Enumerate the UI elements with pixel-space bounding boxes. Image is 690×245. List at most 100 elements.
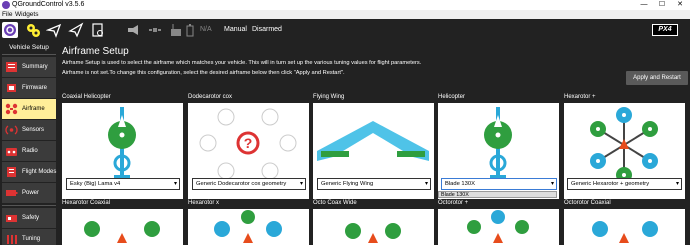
sidebar-item-safety[interactable]: Safety	[2, 208, 56, 228]
airframe-card-title: Hexarotor x	[188, 200, 220, 206]
analyze-button[interactable]	[90, 22, 106, 38]
svg-text:?: ?	[244, 135, 253, 151]
airframe-select-helicopter[interactable]: Blade 130X ▾	[441, 178, 557, 190]
airframe-card-octorotor-coaxial[interactable]	[564, 209, 685, 245]
sidebar-item-summary[interactable]: Summary	[2, 57, 56, 77]
vehicle-setup-button[interactable]	[25, 22, 41, 38]
airframe-card-hexarotor-coaxial[interactable]	[62, 209, 183, 245]
chevron-down-icon: ▾	[173, 181, 177, 187]
rc-status[interactable]	[168, 22, 184, 38]
airframe-card-title: Octorotor +	[438, 200, 469, 206]
airframe-select-coaxial-helicopter[interactable]: Esky (Big) Lama v4 ▾	[66, 178, 180, 190]
plan-icon	[45, 23, 62, 38]
app-logo-icon	[2, 1, 10, 9]
airframe-icon	[5, 103, 18, 115]
combo-value: Generic Dodecarotor cox geometry	[196, 181, 287, 187]
airframe-card-title: Helicopter	[438, 94, 466, 100]
vehicle-setup-sidebar: Vehicle Setup Summary Firmware Airframe …	[0, 41, 58, 245]
close-button[interactable]: ✕	[674, 0, 686, 10]
page-status-note: Airframe is not set.To change this confi…	[62, 70, 345, 76]
send-icon	[68, 22, 84, 38]
sidebar-divider	[2, 205, 56, 206]
chevron-down-icon: ▾	[550, 181, 554, 187]
minimize-button[interactable]: —	[638, 0, 650, 10]
combo-popup-option[interactable]: Blade 130X	[438, 191, 557, 198]
title-bar: QGroundControl v3.5.6 — ☐ ✕	[0, 0, 690, 10]
tuning-icon	[7, 235, 17, 244]
flight-modes-icon	[7, 167, 16, 177]
combo-value: Blade 130X	[445, 181, 475, 187]
document-icon	[92, 23, 103, 37]
fly-view-button[interactable]	[68, 22, 84, 38]
sidebar-item-label: Power	[22, 190, 40, 196]
menu-file[interactable]: File	[2, 11, 12, 18]
megaphone-icon	[128, 25, 138, 35]
octorotor-coaxial-icon	[592, 221, 658, 243]
arm-state[interactable]: Disarmed	[252, 26, 282, 33]
airframe-card-octo-coax-wide[interactable]	[313, 209, 434, 245]
plan-view-button[interactable]	[45, 22, 62, 38]
airframe-select-hexarotor-plus[interactable]: Generic Hexarotor + geometry ▾	[567, 178, 682, 190]
sidebar-item-label: Tuning	[22, 236, 41, 242]
octorotor-plus-icon	[467, 210, 529, 243]
sidebar-item-power[interactable]: Power	[2, 183, 56, 203]
sidebar-item-label: Safety	[22, 215, 40, 221]
firmware-icon	[7, 84, 16, 92]
qgc-settings-button[interactable]	[2, 22, 18, 38]
battery-icon	[186, 24, 194, 37]
sidebar-item-label: Airframe	[22, 106, 45, 112]
megaphone-status[interactable]	[125, 22, 141, 38]
airframe-card-title: Coaxial Helicopter	[62, 94, 111, 100]
sidebar-divider	[2, 54, 56, 55]
airframe-card-hexarotor-x[interactable]	[188, 209, 309, 245]
flight-mode-selector[interactable]: Manual	[224, 26, 247, 33]
sidebar-item-tuning[interactable]: Tuning	[2, 229, 56, 245]
sidebar-item-radio[interactable]: Radio	[2, 141, 56, 161]
chevron-down-icon: ▾	[424, 181, 428, 187]
radio-icon	[6, 148, 17, 156]
airframe-card-title: Octorotor Coaxial	[564, 200, 611, 206]
airframe-card-octorotor-plus[interactable]	[438, 209, 559, 245]
chevron-down-icon: ▾	[675, 181, 679, 187]
hexarotor-x-icon	[214, 210, 282, 243]
airframe-select-flying-wing[interactable]: Generic Flying Wing ▾	[317, 178, 431, 190]
sensors-icon	[5, 125, 18, 135]
combo-value: Esky (Big) Lama v4	[70, 181, 121, 187]
qgc-logo-icon	[4, 24, 16, 36]
sidebar-item-sensors[interactable]: Sensors	[2, 120, 56, 140]
maximize-button[interactable]: ☐	[656, 0, 668, 10]
menu-widgets[interactable]: Widgets	[15, 11, 38, 18]
sidebar-item-label: Sensors	[22, 127, 45, 133]
toolbar: N/A Manual Disarmed	[0, 19, 690, 41]
gear-icon	[27, 24, 40, 37]
airframe-card-title: Flying Wing	[313, 94, 345, 100]
window-title: QGroundControl v3.5.6	[12, 1, 85, 8]
octo-coax-wide-icon	[345, 223, 401, 243]
hexarotor-coaxial-icon	[84, 221, 160, 243]
battery-status[interactable]	[184, 22, 200, 38]
airframe-card-title: Hexarotor +	[564, 94, 596, 100]
sidebar-item-firmware[interactable]: Firmware	[2, 78, 56, 98]
power-icon	[6, 190, 18, 196]
combo-value: Generic Flying Wing	[321, 181, 374, 187]
sidebar-item-label: Summary	[22, 64, 48, 70]
sidebar-heading: Vehicle Setup	[9, 44, 49, 51]
airframe-card-title: Hexarotor Coaxial	[62, 200, 111, 206]
chevron-down-icon: ▾	[299, 181, 303, 187]
menu-bar: File Widgets	[0, 10, 690, 19]
combo-value: Generic Hexarotor + geometry	[571, 181, 650, 187]
page-title: Airframe Setup	[62, 46, 129, 57]
sidebar-item-flight-modes[interactable]: Flight Modes	[2, 162, 56, 182]
summary-icon	[6, 62, 17, 72]
airframe-select-dodecarotor-cox[interactable]: Generic Dodecarotor cox geometry ▾	[192, 178, 306, 190]
satellite-icon	[149, 28, 161, 32]
sidebar-item-label: Firmware	[22, 85, 47, 91]
page-description: Airframe Setup is used to select the air…	[62, 60, 422, 66]
airframe-card-title: Octo Coax Wide	[313, 200, 357, 206]
gps-status[interactable]	[147, 22, 163, 38]
apply-and-restart-button[interactable]: Apply and Restart	[626, 71, 688, 85]
sidebar-item-airframe[interactable]: Airframe	[2, 99, 56, 119]
safety-icon	[6, 215, 17, 222]
sidebar-item-label: Flight Modes	[22, 169, 57, 175]
airframe-card-title: Dodecarotor cox	[188, 94, 233, 100]
